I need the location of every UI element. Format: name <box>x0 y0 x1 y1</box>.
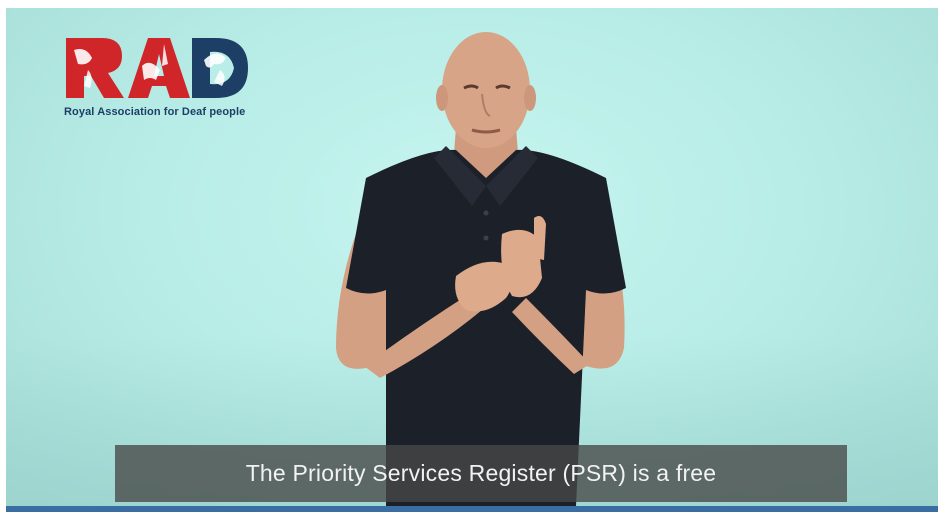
sign-language-interpreter <box>336 32 626 506</box>
rad-logo: Royal Association for Deaf people <box>64 36 250 128</box>
video-progress-bar[interactable] <box>6 506 938 512</box>
subtitle-caption: The Priority Services Register (PSR) is … <box>115 445 847 502</box>
logo-letter-a-icon <box>128 38 190 98</box>
rad-logo-mark <box>66 38 248 98</box>
logo-letter-r-icon <box>66 38 124 98</box>
logo-tagline: Royal Association for Deaf people <box>64 106 246 118</box>
video-player[interactable]: Royal Association for Deaf people The Pr… <box>6 8 938 506</box>
logo-letter-d-icon <box>192 38 248 98</box>
